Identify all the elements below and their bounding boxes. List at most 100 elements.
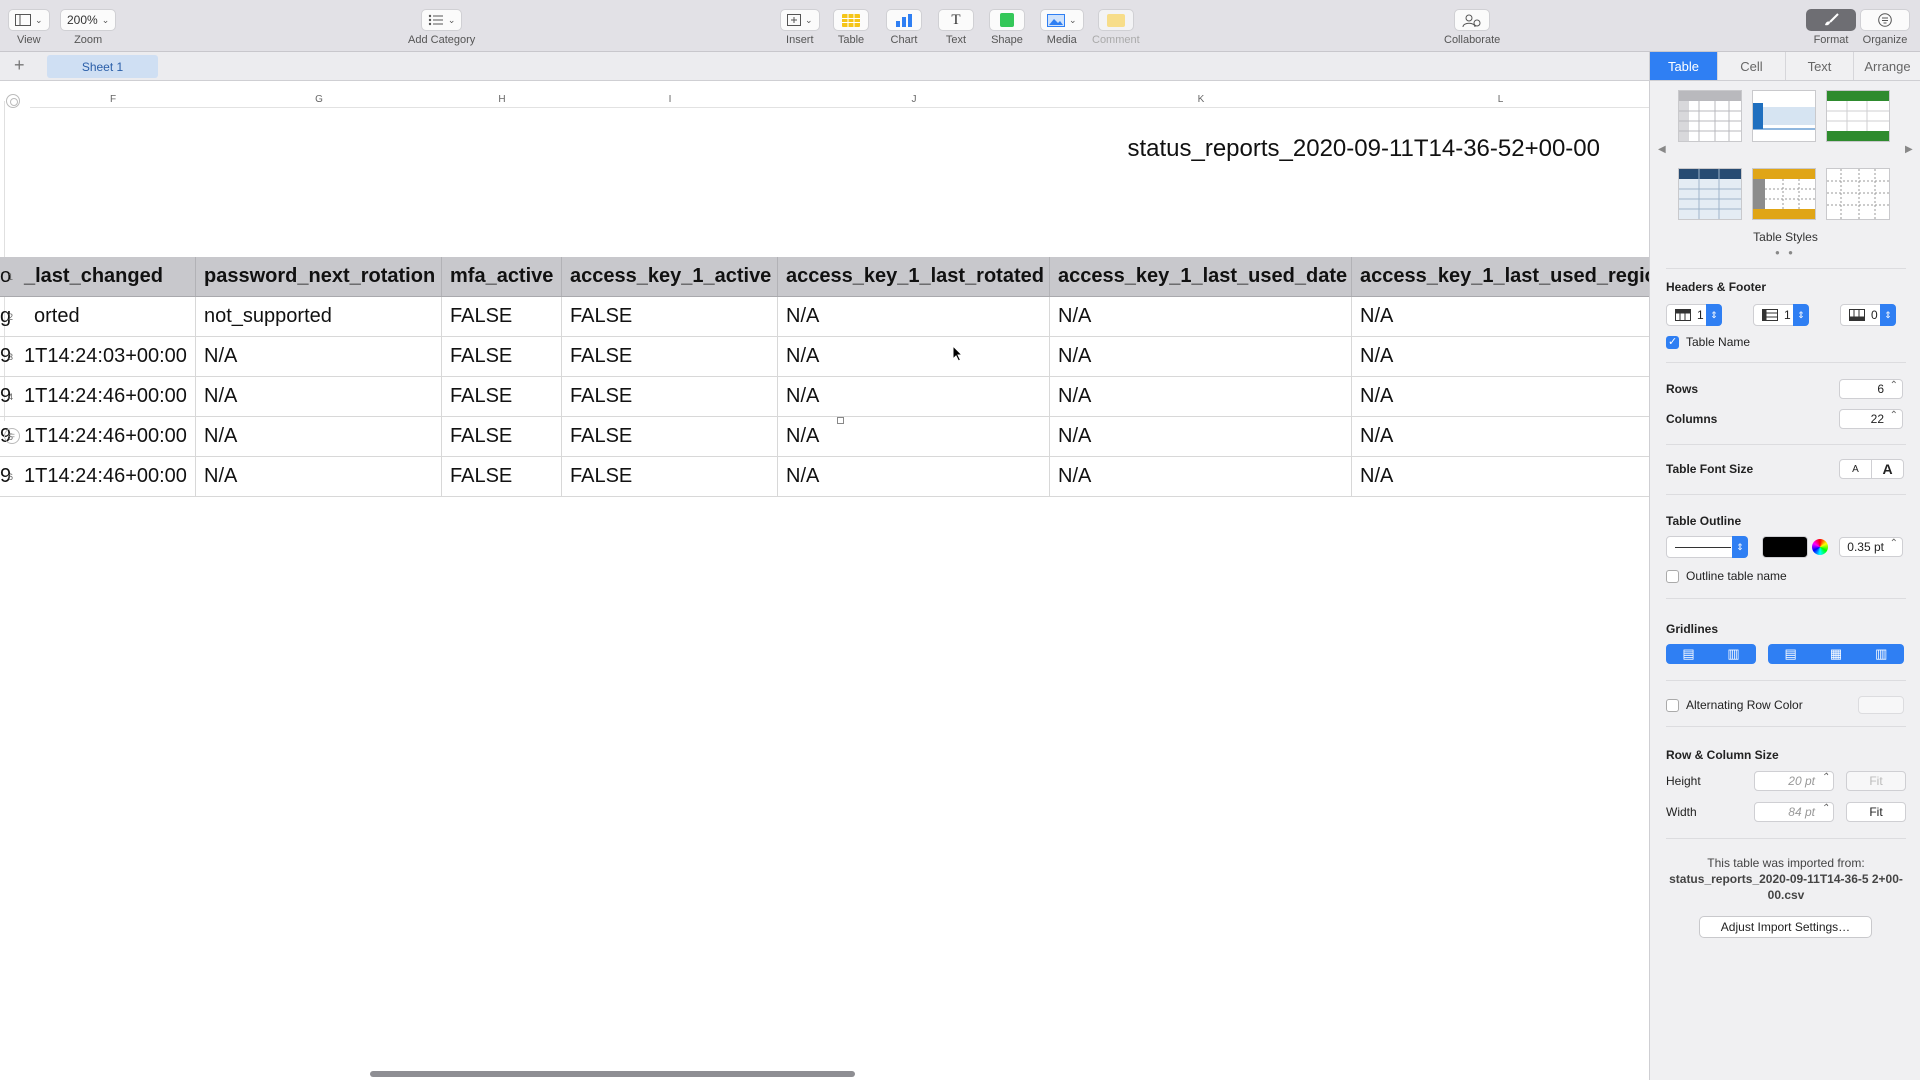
footer-rows-stepper[interactable]: ⇕ xyxy=(1880,304,1896,326)
format-button[interactable] xyxy=(1806,9,1856,31)
table-cell[interactable]: N/A xyxy=(196,457,442,496)
table-name-checkbox[interactable] xyxy=(1666,335,1679,349)
table-cell[interactable]: N/A xyxy=(778,377,1050,416)
sheet-tab-1[interactable]: Sheet 1 xyxy=(47,55,158,78)
header-columns-select[interactable]: 1 ⇕ xyxy=(1753,304,1809,326)
table-cell[interactable]: N/A xyxy=(1050,337,1352,376)
table-cell[interactable]: N/A xyxy=(1050,417,1352,456)
table-style-gold[interactable] xyxy=(1752,168,1816,220)
column-header-l[interactable]: L xyxy=(1352,94,1649,105)
organize-control[interactable]: Organize xyxy=(1860,9,1910,46)
media-button[interactable]: ⌄ xyxy=(1040,9,1084,31)
header-cell[interactable]: access_key_1_last_rotated xyxy=(778,257,1050,296)
media-control[interactable]: ⌄ Media xyxy=(1040,9,1084,46)
column-header-g[interactable]: G xyxy=(196,94,442,105)
columns-stepper[interactable]: 22 xyxy=(1839,409,1903,429)
table-cell[interactable]: FALSE xyxy=(562,297,778,336)
table-row[interactable]: 9 4 1T14:24:46+00:00 N/A FALSE FALSE N/A… xyxy=(0,377,1649,417)
table-header-row[interactable]: o 1 _last_changed password_next_rotation… xyxy=(0,257,1649,297)
table-cell[interactable]: FALSE xyxy=(442,297,562,336)
table-style-navy[interactable] xyxy=(1678,168,1742,220)
table-cell[interactable]: FALSE xyxy=(442,337,562,376)
horizontal-gridlines-icon[interactable]: ▤ xyxy=(1682,646,1694,662)
add-category-button[interactable]: ⌄ xyxy=(420,9,463,31)
table-title[interactable]: status_reports_2020-09-11T14-36-52+00-00 xyxy=(1050,135,1600,163)
table-cell[interactable]: N/A xyxy=(1352,337,1649,376)
header-cell[interactable]: _last_changed xyxy=(16,257,196,296)
add-row-handle[interactable]: = xyxy=(4,428,20,444)
table-row[interactable]: g 2 orted not_supported FALSE FALSE N/A … xyxy=(0,297,1649,337)
comment-control[interactable]: Comment xyxy=(1092,9,1140,46)
table-cell[interactable]: N/A xyxy=(196,417,442,456)
height-stepper[interactable]: 20 pt xyxy=(1754,771,1834,791)
table-button[interactable] xyxy=(833,9,869,31)
outline-style-select[interactable]: ⇕ xyxy=(1666,536,1748,558)
chevron-left-icon[interactable]: ◀ xyxy=(1658,144,1666,155)
table-cell[interactable]: N/A xyxy=(1352,377,1649,416)
table-style-blue[interactable] xyxy=(1752,90,1816,142)
zoom-button[interactable]: 200% ⌄ xyxy=(60,9,117,31)
footer-gridlines-icon[interactable]: ▥ xyxy=(1875,646,1887,662)
header-cell[interactable]: password_next_rotation xyxy=(196,257,442,296)
table-cell[interactable]: N/A xyxy=(778,417,1050,456)
organize-button[interactable] xyxy=(1860,9,1910,31)
table-cell[interactable]: FALSE xyxy=(562,457,778,496)
rows-stepper[interactable]: 6 xyxy=(1839,379,1903,399)
adjust-import-settings-button[interactable]: Adjust Import Settings… xyxy=(1699,916,1872,938)
table-cell[interactable]: not_supported xyxy=(196,297,442,336)
table-cell[interactable]: N/A xyxy=(778,457,1050,496)
vertical-gridlines-icon[interactable]: ▥ xyxy=(1727,646,1739,662)
table-cell[interactable]: N/A xyxy=(1050,457,1352,496)
header-columns-stepper[interactable]: ⇕ xyxy=(1793,304,1809,326)
outline-style-stepper[interactable]: ⇕ xyxy=(1732,536,1748,558)
table-cell[interactable]: N/A xyxy=(1352,457,1649,496)
collaborate-button[interactable] xyxy=(1454,9,1491,31)
table-row[interactable]: 9 6 1T14:24:46+00:00 N/A FALSE FALSE N/A… xyxy=(0,457,1649,497)
table-cell[interactable]: FALSE xyxy=(442,417,562,456)
column-header-j[interactable]: J xyxy=(778,94,1050,105)
header-cell[interactable]: access_key_1_last_used_date xyxy=(1050,257,1352,296)
chevron-right-icon[interactable]: ▶ xyxy=(1905,144,1913,155)
insert-control[interactable]: ⌄ Insert xyxy=(780,9,820,46)
table-row[interactable]: 9 3 1T14:24:03+00:00 N/A FALSE FALSE N/A… xyxy=(0,337,1649,377)
column-header-k[interactable]: K xyxy=(1050,94,1352,105)
table-cell[interactable]: 1T14:24:46+00:00 xyxy=(16,417,196,456)
header-cell[interactable]: access_key_1_active xyxy=(562,257,778,296)
color-wheel-icon[interactable] xyxy=(1812,539,1828,555)
zoom-control[interactable]: 200% ⌄ Zoom xyxy=(60,9,117,46)
add-sheet-button[interactable]: + xyxy=(14,55,25,76)
chart-control[interactable]: Chart xyxy=(886,9,922,46)
text-button[interactable]: T xyxy=(938,9,974,31)
outline-name-checkbox[interactable] xyxy=(1666,570,1679,583)
table-style-dotted[interactable] xyxy=(1826,168,1890,220)
alt-row-checkbox[interactable] xyxy=(1666,699,1679,712)
width-fit-button[interactable]: Fit xyxy=(1846,802,1906,822)
table-cell[interactable]: FALSE xyxy=(562,417,778,456)
table-style-green[interactable] xyxy=(1826,90,1890,142)
table-cell[interactable]: N/A xyxy=(196,377,442,416)
width-stepper[interactable]: 84 pt xyxy=(1754,802,1834,822)
table-cell[interactable]: N/A xyxy=(1050,377,1352,416)
table-cell[interactable]: N/A xyxy=(1050,297,1352,336)
text-control[interactable]: T Text xyxy=(938,9,974,46)
alt-row-color-well[interactable] xyxy=(1858,696,1904,714)
table-row[interactable]: 9 5 1T14:24:46+00:00 N/A FALSE FALSE N/A… xyxy=(0,417,1649,457)
increase-font-button[interactable]: A xyxy=(1871,459,1904,479)
outline-width-stepper[interactable]: 0.35 pt xyxy=(1839,537,1903,557)
shape-button[interactable] xyxy=(989,9,1025,31)
sheet-canvas[interactable]: F G H I J K L status_reports_2020-09-11T… xyxy=(0,81,1649,1080)
column-header-f[interactable]: F xyxy=(30,94,196,105)
table-cell[interactable]: 1T14:24:46+00:00 xyxy=(16,457,196,496)
style-page-dots[interactable]: ● ● xyxy=(1650,248,1920,257)
table-cell[interactable]: N/A xyxy=(1352,297,1649,336)
decrease-font-button[interactable]: A xyxy=(1839,459,1872,479)
tab-cell[interactable]: Cell xyxy=(1718,52,1786,80)
shape-control[interactable]: Shape xyxy=(989,9,1025,46)
view-button[interactable]: ⌄ xyxy=(8,9,50,31)
footer-rows-select[interactable]: 0 ⇕ xyxy=(1840,304,1896,326)
height-fit-button[interactable]: Fit xyxy=(1846,771,1906,791)
table-cell[interactable]: N/A xyxy=(778,297,1050,336)
header-row-gridlines-icon[interactable]: ▦ xyxy=(1830,646,1842,662)
view-control[interactable]: ⌄ View xyxy=(8,9,50,46)
insert-button[interactable]: ⌄ xyxy=(780,9,820,31)
